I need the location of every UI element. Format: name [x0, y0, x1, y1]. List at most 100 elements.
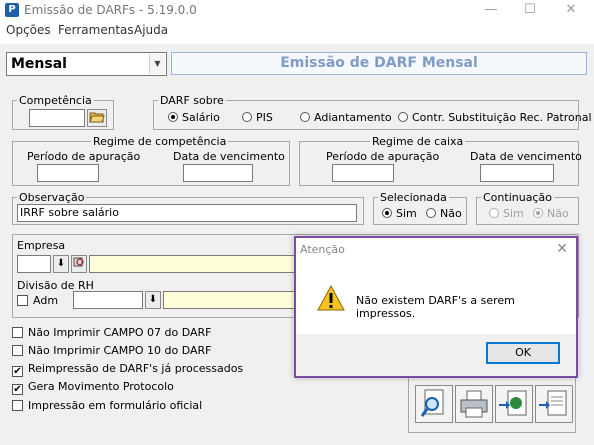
- export-button[interactable]: [495, 385, 533, 423]
- radio-selecionada-nao[interactable]: Não: [426, 207, 462, 220]
- observacao-legend: Observação: [17, 191, 87, 204]
- maximize-button[interactable]: ☐: [515, 0, 545, 20]
- option-label: Gera Movimento Protocolo: [28, 380, 174, 393]
- title-bar: P Emissão de DARFs - 5.19.0.0 — ☐ ✕: [0, 0, 594, 20]
- radio-dot: [533, 208, 543, 218]
- attention-dialog: Atenção ✕ Não existem DARF's a serem imp…: [294, 236, 578, 378]
- radio-selecionada-nao-label: Não: [440, 207, 462, 220]
- regime-caixa-legend: Regime de caixa: [370, 135, 466, 148]
- folder-open-icon[interactable]: [87, 109, 107, 127]
- regime-caixa-group: Regime de caixa Período de apuração Data…: [299, 135, 582, 186]
- radio-continuacao-nao-label: Não: [547, 207, 569, 220]
- observacao-input[interactable]: IRRF sobre salário: [17, 204, 357, 222]
- mode-combo[interactable]: Mensal ▼: [6, 52, 167, 76]
- option-nao-imprimir-campo-07[interactable]: Não Imprimir CAMPO 07 do DARF: [12, 326, 211, 339]
- document-export-button[interactable]: [535, 385, 573, 423]
- radio-dot: [426, 208, 436, 218]
- competencia-legend: Competência: [17, 94, 94, 107]
- option-impressao-formulario-oficial[interactable]: Impressão em formulário oficial: [12, 399, 202, 412]
- regime-caixa-periodo-label: Período de apuração: [326, 150, 440, 163]
- radio-pis-label: PIS: [256, 111, 273, 124]
- checkbox-box: [12, 345, 23, 356]
- regime-caixa-periodo-input[interactable]: [332, 164, 394, 182]
- radio-continuacao-sim: Sim: [489, 207, 524, 220]
- empresa-lookup-button[interactable]: ⬇: [53, 255, 69, 273]
- ok-button[interactable]: OK: [486, 342, 560, 364]
- printer-icon: [460, 390, 488, 418]
- check-icon: ✔: [12, 384, 23, 395]
- radio-dot: [242, 112, 252, 122]
- adm-checkbox-label: Adm: [33, 294, 59, 307]
- page-title: Emissão de DARF Mensal: [171, 52, 587, 75]
- dialog-title: Atenção: [300, 243, 345, 256]
- close-button[interactable]: ✕: [556, 0, 586, 20]
- radio-pis[interactable]: PIS: [242, 111, 273, 124]
- radio-salario[interactable]: Salário: [168, 111, 220, 124]
- checkbox-box: [12, 327, 23, 338]
- empresa-code-input[interactable]: [17, 255, 51, 273]
- continuacao-legend: Continuação: [481, 191, 554, 204]
- window-title: Emissão de DARFs - 5.19.0.0: [24, 3, 197, 17]
- checkbox-box: [12, 400, 23, 411]
- option-label: Impressão em formulário oficial: [28, 399, 203, 412]
- print-button[interactable]: [455, 385, 493, 423]
- selecionada-group: Selecionada Sim Não: [373, 191, 467, 225]
- divisao-name-field: [163, 291, 299, 309]
- radio-dot: [382, 208, 392, 218]
- empresa-search-icon[interactable]: [71, 255, 87, 273]
- dialog-message: Não existem DARF's a serem impressos.: [356, 294, 515, 320]
- app-icon: P: [5, 3, 19, 17]
- radio-dot: [398, 112, 408, 122]
- menu-opcoes[interactable]: Opções: [6, 23, 51, 37]
- competencia-input[interactable]: [29, 109, 85, 127]
- radio-adiantamento-label: Adiantamento: [314, 111, 392, 124]
- radio-dot: [168, 112, 178, 122]
- regime-competencia-vencimento-label: Data de vencimento: [173, 150, 285, 163]
- radio-selecionada-sim-label: Sim: [396, 207, 417, 220]
- empresa-label: Empresa: [17, 239, 66, 252]
- dialog-close-icon[interactable]: ✕: [556, 241, 568, 257]
- minimize-button[interactable]: —: [476, 0, 506, 20]
- radio-selecionada-sim[interactable]: Sim: [382, 207, 417, 220]
- regime-competencia-legend: Regime de competência: [91, 135, 229, 148]
- regime-competencia-group: Regime de competência Período de apuraçã…: [12, 135, 290, 186]
- observacao-group: Observação IRRF sobre salário: [12, 191, 364, 225]
- continuacao-group: Continuação Sim Não: [476, 191, 579, 225]
- regime-competencia-periodo-label: Período de apuração: [27, 150, 141, 163]
- regime-caixa-vencimento-label: Data de vencimento: [470, 150, 582, 163]
- radio-salario-label: Salário: [182, 111, 220, 124]
- menu-ajuda[interactable]: Ajuda: [134, 23, 168, 37]
- selecionada-legend: Selecionada: [378, 191, 449, 204]
- divisao-code-input[interactable]: [73, 291, 143, 309]
- menu-ferramentas[interactable]: Ferramentas: [58, 23, 134, 37]
- checkbox-box: [17, 295, 28, 306]
- option-reimpressao[interactable]: ✔ Reimpressão de DARF's já processados: [12, 362, 243, 377]
- dialog-footer: OK: [296, 334, 576, 376]
- darf-sobre-group: DARF sobre Salário PIS Adiantamento Cont…: [153, 94, 592, 130]
- chevron-down-icon[interactable]: ▼: [149, 54, 165, 74]
- radio-dot: [300, 112, 310, 122]
- option-nao-imprimir-campo-10[interactable]: Não Imprimir CAMPO 10 do DARF: [12, 344, 211, 357]
- adm-checkbox[interactable]: Adm: [17, 294, 58, 307]
- option-label: Não Imprimir CAMPO 10 do DARF: [28, 344, 212, 357]
- regime-competencia-vencimento-input[interactable]: [183, 164, 253, 182]
- regime-competencia-periodo-input[interactable]: [37, 164, 99, 182]
- empresa-name-field: [89, 255, 299, 273]
- radio-contr-substituicao[interactable]: Contr. Substituição Rec. Patronal: [398, 111, 592, 124]
- mode-combo-value: Mensal: [11, 56, 67, 72]
- radio-continuacao-sim-label: Sim: [503, 207, 524, 220]
- divisao-lookup-button[interactable]: ⬇: [145, 291, 161, 309]
- document-export-icon: [539, 390, 567, 416]
- menu-bar: Opções Ferramentas Ajuda: [0, 21, 594, 41]
- regime-caixa-vencimento-input[interactable]: [480, 164, 554, 182]
- preview-button[interactable]: [415, 385, 453, 423]
- competencia-group: Competência: [12, 94, 114, 130]
- option-gera-movimento-protocolo[interactable]: ✔ Gera Movimento Protocolo: [12, 380, 174, 395]
- radio-continuacao-nao: Não: [533, 207, 569, 220]
- check-icon: ✔: [12, 366, 23, 377]
- radio-dot: [489, 208, 499, 218]
- darf-sobre-legend: DARF sobre: [158, 94, 226, 107]
- radio-adiantamento[interactable]: Adiantamento: [300, 111, 392, 124]
- main-window: P Emissão de DARFs - 5.19.0.0 — ☐ ✕ Opçõ…: [0, 0, 594, 445]
- export-icon: [499, 390, 527, 416]
